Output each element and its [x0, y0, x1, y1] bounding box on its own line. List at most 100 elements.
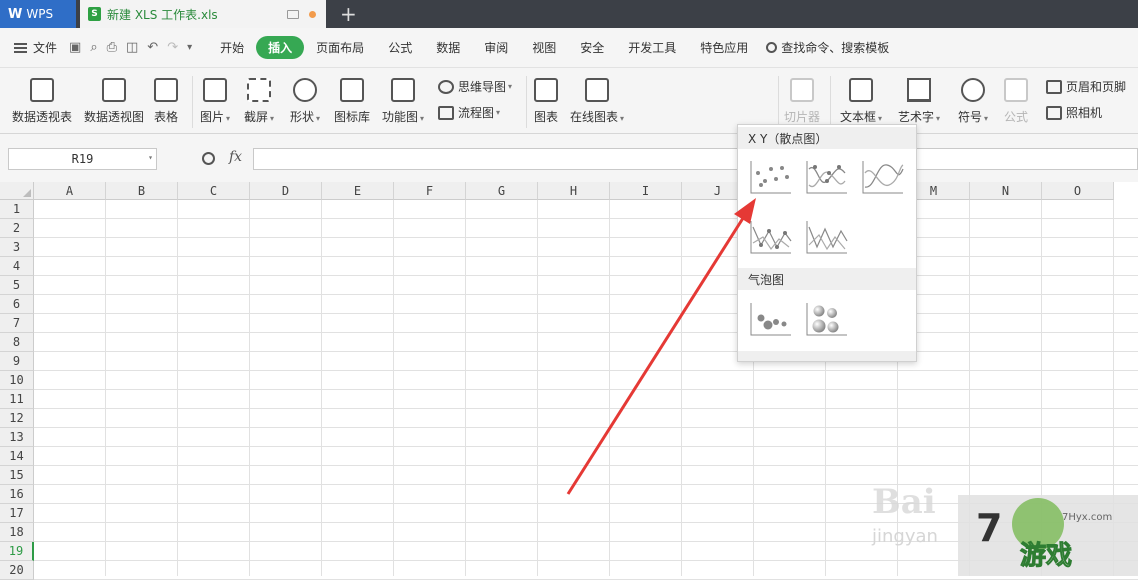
name-box[interactable]: R19 ▾ — [8, 148, 157, 170]
pivot-chart-button[interactable]: 数据透视图 — [84, 68, 144, 125]
row-header-2[interactable]: 2 — [0, 219, 34, 238]
menu-formulas[interactable]: 公式 — [376, 36, 424, 59]
redo-icon[interactable]: ↷ — [167, 40, 178, 55]
row-header-11[interactable]: 11 — [0, 390, 34, 409]
unsaved-dot-icon — [309, 10, 316, 18]
row-header-4[interactable]: 4 — [0, 257, 34, 276]
menu-insert[interactable]: 插入 — [256, 36, 305, 59]
icon-library-button[interactable]: 图标库 — [334, 68, 370, 125]
scatter-type-smooth-line-markers[interactable] — [805, 159, 849, 195]
column-header-e[interactable]: E — [322, 182, 394, 200]
column-header-g[interactable]: G — [466, 182, 538, 200]
wps-home-tab[interactable]: W WPS — [0, 0, 76, 28]
mind-map-button[interactable]: 思维导图 ▾ — [438, 78, 512, 95]
formula-input[interactable] — [253, 148, 1138, 170]
pivot-table-label: 数据透视表 — [12, 110, 73, 124]
row-gridline — [34, 465, 1138, 466]
row-header-12[interactable]: 12 — [0, 409, 34, 428]
column-header-o[interactable]: O — [1042, 182, 1114, 200]
row-header-9[interactable]: 9 — [0, 352, 34, 371]
row-header-5[interactable]: 5 — [0, 276, 34, 295]
new-tab-button[interactable]: + — [340, 2, 357, 26]
row-header-14[interactable]: 14 — [0, 447, 34, 466]
shape-icon — [293, 78, 318, 102]
row-header-16[interactable]: 16 — [0, 485, 34, 504]
column-header-c[interactable]: C — [178, 182, 250, 200]
pi-icon — [1004, 78, 1028, 102]
column-header-h[interactable]: H — [538, 182, 610, 200]
select-all-corner[interactable] — [0, 182, 34, 200]
file-menu[interactable]: 文件 — [14, 39, 57, 56]
row-header-7[interactable]: 7 — [0, 314, 34, 333]
row-header-6[interactable]: 6 — [0, 295, 34, 314]
print-preview-icon[interactable]: ◫ — [126, 40, 138, 55]
slicer-label: 切片器 — [784, 110, 821, 124]
slicer-icon — [790, 78, 814, 102]
bubble-type-3d[interactable] — [805, 301, 849, 337]
row-header-13[interactable]: 13 — [0, 428, 34, 447]
watermark-seven: 7 — [976, 506, 1003, 550]
format-painter-icon[interactable]: ⌕ — [90, 40, 97, 55]
chevron-down-icon[interactable]: ▾ — [148, 153, 153, 162]
screenshot-button[interactable]: 截屏 ▾ — [244, 68, 274, 125]
column-header-b[interactable]: B — [106, 182, 178, 200]
row-gridline — [34, 408, 1138, 409]
row-header-1[interactable]: 1 — [0, 200, 34, 219]
row-header-19[interactable]: 19 — [0, 542, 34, 561]
row-header-3[interactable]: 3 — [0, 238, 34, 257]
menu-home[interactable]: 开始 — [208, 36, 256, 59]
online-chart-button[interactable]: 在线图表 ▾ — [570, 68, 624, 125]
scatter-type-smooth-line[interactable] — [861, 159, 905, 195]
row-gridline — [34, 275, 1138, 276]
bubble-type-flat[interactable] — [749, 301, 793, 337]
row-gridline — [34, 446, 1138, 447]
menu-security[interactable]: 安全 — [568, 36, 616, 59]
menu-page-layout[interactable]: 页面布局 — [304, 36, 376, 59]
column-header-d[interactable]: D — [250, 182, 322, 200]
jingyan-watermark: jingyan — [872, 526, 938, 547]
menu-data[interactable]: 数据 — [424, 36, 472, 59]
scatter-type-markers-only[interactable] — [749, 159, 793, 195]
word-art-button[interactable]: 艺术字 ▾ — [898, 68, 940, 125]
word-art-icon — [907, 78, 932, 102]
undo-icon[interactable]: ↶ — [147, 40, 158, 55]
camera-button[interactable]: 照相机 — [1046, 104, 1102, 121]
save-icon[interactable]: ▣ — [69, 40, 81, 55]
column-header-n[interactable]: N — [970, 182, 1042, 200]
menu-view[interactable]: 视图 — [520, 36, 568, 59]
text-box-button[interactable]: 文本框 ▾ — [840, 68, 882, 125]
column-header-f[interactable]: F — [394, 182, 466, 200]
shape-button[interactable]: 形状 ▾ — [290, 68, 320, 125]
scatter-type-straight-line-markers[interactable] — [749, 219, 793, 255]
quick-access-toolbar: ▣ ⌕ ⎙ ◫ ↶ ↷ ▾ — [69, 40, 192, 55]
insert-function-button[interactable]: fx — [229, 149, 242, 165]
picture-button[interactable]: 图片 ▾ — [200, 68, 230, 125]
row-header-8[interactable]: 8 — [0, 333, 34, 352]
document-tab[interactable]: S 新建 XLS 工作表.xls — [80, 0, 326, 28]
table-button[interactable]: 表格 — [154, 68, 178, 125]
column-header-a[interactable]: A — [34, 182, 106, 200]
function-chart-button[interactable]: 功能图 ▾ — [382, 68, 424, 125]
customize-chevron-icon[interactable]: ▾ — [187, 42, 192, 53]
symbol-button[interactable]: 符号 ▾ — [958, 68, 988, 125]
row-header-18[interactable]: 18 — [0, 523, 34, 542]
monitor-icon[interactable] — [287, 9, 299, 19]
row-header-20[interactable]: 20 — [0, 561, 34, 580]
menu-review[interactable]: 审阅 — [472, 36, 520, 59]
pivot-table-button[interactable]: 数据透视表 — [12, 68, 72, 125]
row-header-17[interactable]: 17 — [0, 504, 34, 523]
print-icon[interactable]: ⎙ — [107, 40, 117, 55]
menu-features[interactable]: 特色应用 — [688, 36, 760, 59]
row-header-10[interactable]: 10 — [0, 371, 34, 390]
header-footer-button[interactable]: 页眉和页脚 — [1046, 78, 1126, 95]
flowchart-button[interactable]: 流程图 ▾ — [438, 104, 500, 121]
command-search[interactable]: 查找命令、搜索模板 — [766, 39, 889, 56]
menu-developer[interactable]: 开发工具 — [616, 36, 688, 59]
mind-map-icon — [438, 79, 454, 94]
zoom-icon[interactable] — [202, 152, 215, 165]
chart-button[interactable]: 图表 — [534, 68, 558, 125]
column-header-i[interactable]: I — [610, 182, 682, 200]
scatter-type-straight-line[interactable] — [805, 219, 849, 255]
row-gridline — [34, 218, 1138, 219]
row-header-15[interactable]: 15 — [0, 466, 34, 485]
